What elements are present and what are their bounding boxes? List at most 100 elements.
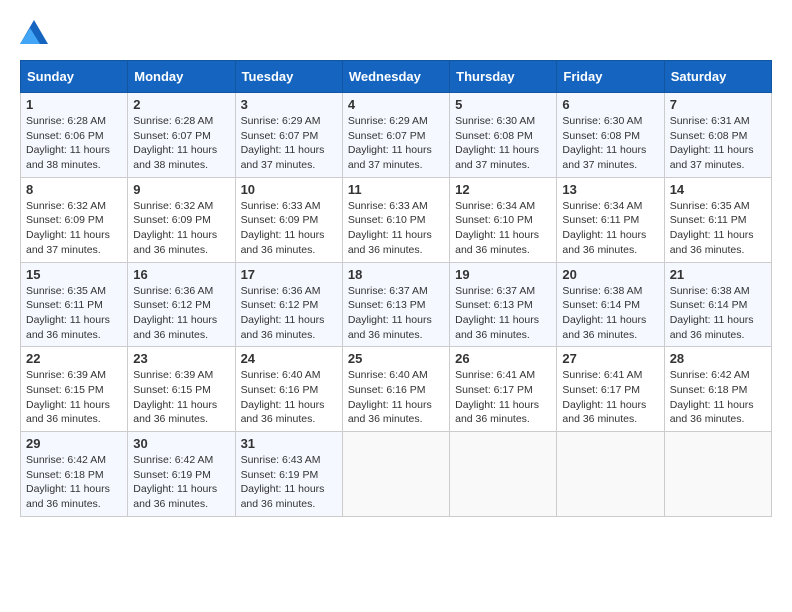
day-number: 20: [562, 267, 658, 282]
day-number: 26: [455, 351, 551, 366]
day-number: 9: [133, 182, 229, 197]
day-number: 22: [26, 351, 122, 366]
calendar-cell: 30Sunrise: 6:42 AMSunset: 6:19 PMDayligh…: [128, 432, 235, 517]
calendar-cell: 15 Sunrise: 6:35 AMSunset: 6:11 PMDayligh…: [21, 262, 128, 347]
header-thursday: Thursday: [450, 61, 557, 93]
day-number: 8: [26, 182, 122, 197]
day-number: 29: [26, 436, 122, 451]
day-number: 2: [133, 97, 229, 112]
day-number: 23: [133, 351, 229, 366]
day-number: 18: [348, 267, 444, 282]
calendar-cell: [557, 432, 664, 517]
day-info: Sunrise: 6:43 AMSunset: 6:19 PMDaylight:…: [241, 453, 337, 512]
header-tuesday: Tuesday: [235, 61, 342, 93]
calendar-cell: 21 Sunrise: 6:38 AMSunset: 6:14 PMDayligh…: [664, 262, 771, 347]
day-number: 11: [348, 182, 444, 197]
calendar-cell: [450, 432, 557, 517]
day-info: Sunrise: 6:32 AMSunset: 6:09 PMDaylight:…: [26, 199, 122, 258]
calendar-cell: 10Sunrise: 6:33 AMSunset: 6:09 PMDayligh…: [235, 177, 342, 262]
calendar-cell: 17Sunrise: 6:36 AMSunset: 6:12 PMDayligh…: [235, 262, 342, 347]
day-number: 16: [133, 267, 229, 282]
day-info: Sunrise: 6:37 AMSunset: 6:13 PMDaylight:…: [348, 284, 444, 343]
day-info: Sunrise: 6:30 AMSunset: 6:08 PMDaylight:…: [562, 114, 658, 173]
calendar-cell: 11 Sunrise: 6:33 AMSunset: 6:10 PMDayligh…: [342, 177, 449, 262]
page-header: [20, 20, 772, 44]
day-number: 14: [670, 182, 766, 197]
day-number: 30: [133, 436, 229, 451]
calendar-week-row: 15 Sunrise: 6:35 AMSunset: 6:11 PMDayligh…: [21, 262, 772, 347]
calendar-header-row: SundayMondayTuesdayWednesdayThursdayFrid…: [21, 61, 772, 93]
day-number: 21: [670, 267, 766, 282]
calendar-cell: 2 Sunrise: 6:28 AMSunset: 6:07 PMDaylight…: [128, 93, 235, 178]
header-saturday: Saturday: [664, 61, 771, 93]
day-number: 3: [241, 97, 337, 112]
day-info: Sunrise: 6:34 AMSunset: 6:10 PMDaylight:…: [455, 199, 551, 258]
logo-icon: [20, 20, 48, 44]
calendar-week-row: 22 Sunrise: 6:39 AMSunset: 6:15 PMDayligh…: [21, 347, 772, 432]
day-number: 6: [562, 97, 658, 112]
day-number: 27: [562, 351, 658, 366]
calendar-cell: 20 Sunrise: 6:38 AMSunset: 6:14 PMDayligh…: [557, 262, 664, 347]
calendar-cell: 18 Sunrise: 6:37 AMSunset: 6:13 PMDayligh…: [342, 262, 449, 347]
calendar-cell: [664, 432, 771, 517]
day-info: Sunrise: 6:36 AMSunset: 6:12 PMDaylight:…: [133, 284, 229, 343]
calendar-cell: 28 Sunrise: 6:42 AMSunset: 6:18 PMDayligh…: [664, 347, 771, 432]
logo: [20, 20, 52, 44]
calendar-cell: 1Sunrise: 6:28 AMSunset: 6:06 PMDaylight…: [21, 93, 128, 178]
day-info: Sunrise: 6:28 AMSunset: 6:07 PMDaylight:…: [133, 114, 229, 173]
day-number: 19: [455, 267, 551, 282]
day-info: Sunrise: 6:31 AMSunset: 6:08 PMDaylight:…: [670, 114, 766, 173]
day-info: Sunrise: 6:38 AMSunset: 6:14 PMDaylight:…: [670, 284, 766, 343]
day-info: Sunrise: 6:30 AMSunset: 6:08 PMDaylight:…: [455, 114, 551, 173]
calendar-cell: 27 Sunrise: 6:41 AMSunset: 6:17 PMDayligh…: [557, 347, 664, 432]
day-info: Sunrise: 6:41 AMSunset: 6:17 PMDaylight:…: [455, 368, 551, 427]
day-number: 24: [241, 351, 337, 366]
calendar-cell: 13 Sunrise: 6:34 AMSunset: 6:11 PMDayligh…: [557, 177, 664, 262]
day-info: Sunrise: 6:35 AMSunset: 6:11 PMDaylight:…: [26, 284, 122, 343]
header-wednesday: Wednesday: [342, 61, 449, 93]
day-number: 17: [241, 267, 337, 282]
day-info: Sunrise: 6:29 AMSunset: 6:07 PMDaylight:…: [241, 114, 337, 173]
calendar-cell: 25Sunrise: 6:40 AMSunset: 6:16 PMDayligh…: [342, 347, 449, 432]
calendar-cell: 12 Sunrise: 6:34 AMSunset: 6:10 PMDayligh…: [450, 177, 557, 262]
day-info: Sunrise: 6:41 AMSunset: 6:17 PMDaylight:…: [562, 368, 658, 427]
calendar-cell: [342, 432, 449, 517]
day-number: 13: [562, 182, 658, 197]
calendar-cell: 16 Sunrise: 6:36 AMSunset: 6:12 PMDayligh…: [128, 262, 235, 347]
calendar-cell: 9 Sunrise: 6:32 AMSunset: 6:09 PMDaylight…: [128, 177, 235, 262]
day-info: Sunrise: 6:38 AMSunset: 6:14 PMDaylight:…: [562, 284, 658, 343]
day-info: Sunrise: 6:39 AMSunset: 6:15 PMDaylight:…: [133, 368, 229, 427]
calendar-cell: 24Sunrise: 6:40 AMSunset: 6:16 PMDayligh…: [235, 347, 342, 432]
header-friday: Friday: [557, 61, 664, 93]
day-info: Sunrise: 6:32 AMSunset: 6:09 PMDaylight:…: [133, 199, 229, 258]
day-number: 7: [670, 97, 766, 112]
day-info: Sunrise: 6:35 AMSunset: 6:11 PMDaylight:…: [670, 199, 766, 258]
calendar-cell: 5Sunrise: 6:30 AMSunset: 6:08 PMDaylight…: [450, 93, 557, 178]
header-monday: Monday: [128, 61, 235, 93]
day-info: Sunrise: 6:33 AMSunset: 6:10 PMDaylight:…: [348, 199, 444, 258]
calendar-week-row: 29Sunrise: 6:42 AMSunset: 6:18 PMDayligh…: [21, 432, 772, 517]
day-number: 10: [241, 182, 337, 197]
day-number: 28: [670, 351, 766, 366]
day-info: Sunrise: 6:39 AMSunset: 6:15 PMDaylight:…: [26, 368, 122, 427]
day-info: Sunrise: 6:29 AMSunset: 6:07 PMDaylight:…: [348, 114, 444, 173]
day-number: 4: [348, 97, 444, 112]
calendar-cell: 7 Sunrise: 6:31 AMSunset: 6:08 PMDaylight…: [664, 93, 771, 178]
day-number: 12: [455, 182, 551, 197]
calendar-week-row: 1Sunrise: 6:28 AMSunset: 6:06 PMDaylight…: [21, 93, 772, 178]
calendar-cell: 26 Sunrise: 6:41 AMSunset: 6:17 PMDayligh…: [450, 347, 557, 432]
calendar-cell: 23 Sunrise: 6:39 AMSunset: 6:15 PMDayligh…: [128, 347, 235, 432]
calendar-cell: 22 Sunrise: 6:39 AMSunset: 6:15 PMDayligh…: [21, 347, 128, 432]
calendar-cell: 29Sunrise: 6:42 AMSunset: 6:18 PMDayligh…: [21, 432, 128, 517]
day-info: Sunrise: 6:34 AMSunset: 6:11 PMDaylight:…: [562, 199, 658, 258]
day-info: Sunrise: 6:28 AMSunset: 6:06 PMDaylight:…: [26, 114, 122, 173]
day-number: 15: [26, 267, 122, 282]
day-info: Sunrise: 6:37 AMSunset: 6:13 PMDaylight:…: [455, 284, 551, 343]
day-info: Sunrise: 6:42 AMSunset: 6:18 PMDaylight:…: [670, 368, 766, 427]
header-sunday: Sunday: [21, 61, 128, 93]
day-number: 31: [241, 436, 337, 451]
calendar-cell: 3 Sunrise: 6:29 AMSunset: 6:07 PMDaylight…: [235, 93, 342, 178]
calendar-cell: 6 Sunrise: 6:30 AMSunset: 6:08 PMDaylight…: [557, 93, 664, 178]
calendar-cell: 31 Sunrise: 6:43 AMSunset: 6:19 PMDayligh…: [235, 432, 342, 517]
calendar-cell: 4 Sunrise: 6:29 AMSunset: 6:07 PMDaylight…: [342, 93, 449, 178]
